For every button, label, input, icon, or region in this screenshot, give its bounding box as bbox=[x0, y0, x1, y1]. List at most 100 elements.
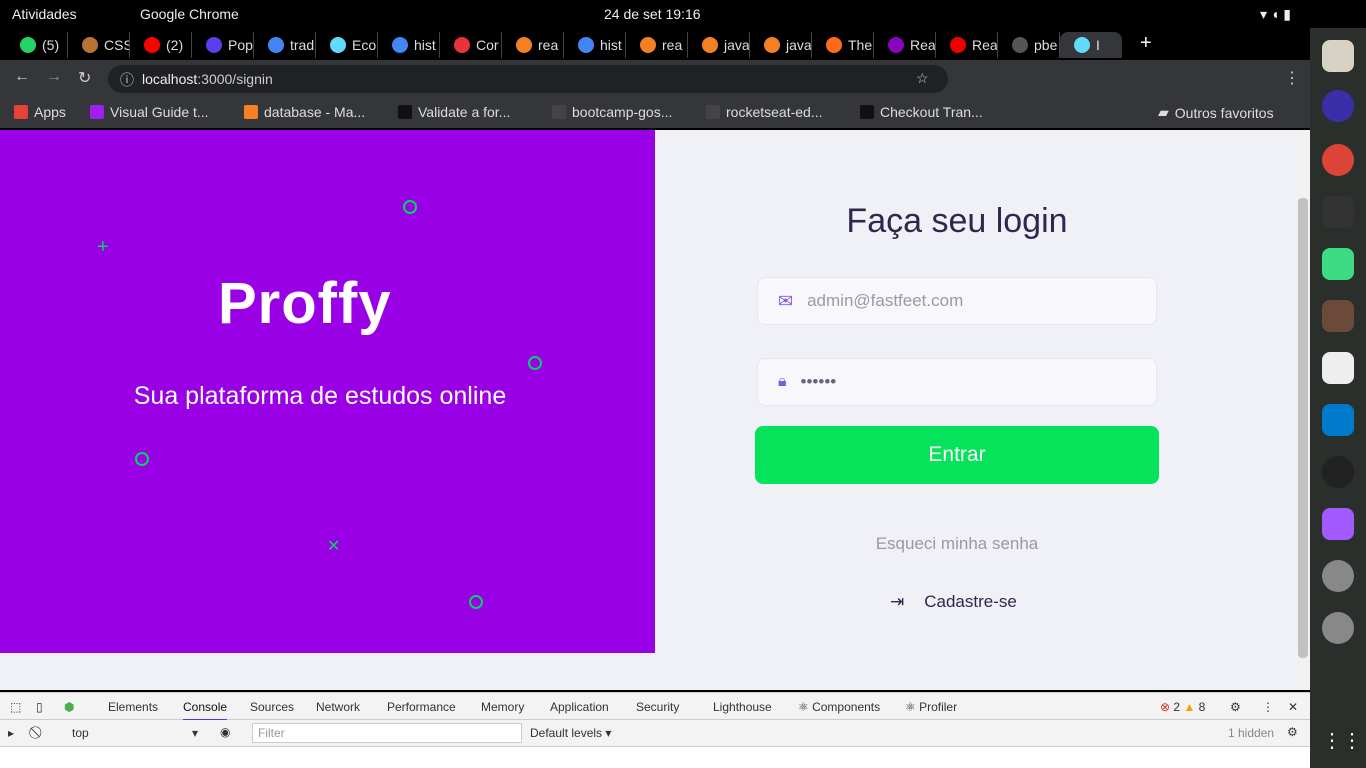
devtools-tab[interactable]: Sources bbox=[250, 700, 294, 714]
vscode-icon[interactable] bbox=[1322, 404, 1354, 436]
favicon-icon bbox=[206, 37, 222, 53]
more-icon[interactable]: ⋮ bbox=[1262, 700, 1274, 714]
password-field[interactable]: 🔒︎ •••••• bbox=[757, 358, 1157, 406]
app-menu[interactable]: Google Chrome bbox=[140, 6, 239, 22]
back-icon[interactable]: ← bbox=[14, 68, 30, 86]
signup-link[interactable]: ⇥ Cadastre-se bbox=[890, 592, 1017, 612]
device-toolbar-icon[interactable]: ▯ bbox=[36, 700, 43, 714]
sidebar-toggle-icon[interactable]: ▸ bbox=[8, 726, 14, 740]
figma-icon[interactable] bbox=[1322, 508, 1354, 540]
address-bar[interactable]: ⓘ localhost:3000/signin ☆ bbox=[108, 65, 948, 93]
bookmark-item[interactable]: Checkout Tran... bbox=[860, 104, 983, 120]
android-studio-icon[interactable] bbox=[1322, 248, 1354, 280]
disk-icon[interactable] bbox=[1322, 560, 1354, 592]
disk-icon[interactable] bbox=[1322, 612, 1354, 644]
login-arrow-icon: ⇥ bbox=[890, 592, 905, 611]
terminal-icon[interactable] bbox=[1322, 196, 1354, 228]
browser-tab[interactable]: pbe bbox=[998, 32, 1060, 58]
menu-icon[interactable]: ⋮ bbox=[1284, 68, 1300, 88]
eye-icon[interactable]: ◉ bbox=[220, 725, 230, 739]
browser-tab[interactable]: The bbox=[812, 32, 874, 58]
favicon-icon bbox=[702, 37, 718, 53]
context-select[interactable]: top ▾ bbox=[72, 726, 198, 740]
system-top-bar: Atividades Google Chrome 24 de set 19:16… bbox=[0, 0, 1366, 28]
bookmark-item[interactable]: database - Ma... bbox=[244, 104, 365, 120]
bookmark-favicon-icon bbox=[14, 105, 28, 119]
bookmark-item[interactable]: Apps bbox=[14, 104, 66, 120]
browser-tab[interactable]: Eco bbox=[316, 32, 378, 58]
issue-counts[interactable]: ⊗ 2 ▲ 8 bbox=[1160, 700, 1205, 714]
browser-tab[interactable]: (2) bbox=[130, 32, 192, 58]
levels-dropdown[interactable]: Default levels ▾ bbox=[530, 726, 611, 740]
favicon-icon bbox=[640, 37, 656, 53]
bookmark-star-icon[interactable]: ☆ bbox=[916, 70, 929, 87]
forward-icon[interactable]: → bbox=[46, 68, 62, 86]
show-apps-icon[interactable]: ⋮⋮⋮ bbox=[1322, 728, 1366, 760]
gimp-icon[interactable] bbox=[1322, 300, 1354, 332]
login-button[interactable]: Entrar bbox=[755, 426, 1159, 484]
browser-tab[interactable]: java bbox=[750, 32, 812, 58]
text-editor-icon[interactable] bbox=[1322, 352, 1354, 384]
circle-decoration bbox=[469, 595, 483, 609]
bookmark-item[interactable]: Visual Guide t... bbox=[90, 104, 209, 120]
email-field[interactable]: ✉ admin@fastfeet.com bbox=[757, 277, 1157, 325]
browser-tab[interactable]: Rea bbox=[936, 32, 998, 58]
settings-icon[interactable]: ⚙ bbox=[1230, 700, 1241, 714]
devtools-tab[interactable]: Application bbox=[550, 700, 609, 714]
devtools-tab[interactable]: Security bbox=[636, 700, 679, 714]
app-icon[interactable] bbox=[1322, 90, 1354, 122]
favicon-icon bbox=[578, 37, 594, 53]
activities-button[interactable]: Atividades bbox=[12, 6, 77, 22]
other-bookmarks[interactable]: ▰ Outros favoritos bbox=[1158, 104, 1274, 121]
browser-tab[interactable]: I bbox=[1060, 32, 1122, 58]
circle-decoration bbox=[403, 200, 417, 214]
vue-devtools-icon[interactable]: ⬢ bbox=[64, 700, 74, 714]
browser-tab[interactable]: hist bbox=[378, 32, 440, 58]
page-scrollbar[interactable] bbox=[1296, 130, 1310, 690]
forgot-password-link[interactable]: Esqueci minha senha bbox=[757, 534, 1157, 554]
new-tab-icon[interactable]: + bbox=[1140, 32, 1152, 55]
bookmarks-bar: ▰ Outros favoritos Apps Visual Guide t... d… bbox=[0, 96, 1310, 128]
bookmark-item[interactable]: Validate a for... bbox=[398, 104, 510, 120]
bookmark-favicon-icon bbox=[552, 105, 566, 119]
browser-tab[interactable]: rea bbox=[502, 32, 564, 58]
clock[interactable]: 24 de set 19:16 bbox=[604, 6, 701, 22]
inspect-icon[interactable]: ⬚ bbox=[10, 700, 21, 714]
devtools-tab[interactable]: ⚛ Profiler bbox=[905, 700, 957, 714]
browser-tab[interactable]: Rea bbox=[874, 32, 936, 58]
system-status-icons[interactable]: ▾ ◖ ▮ bbox=[1260, 6, 1291, 23]
files-icon[interactable] bbox=[1322, 40, 1354, 72]
devtools-tab[interactable]: Memory bbox=[481, 700, 524, 714]
devtools-tab[interactable]: Elements bbox=[108, 700, 158, 714]
browser-tab[interactable]: Cor bbox=[440, 32, 502, 58]
bookmark-item[interactable]: bootcamp-gos... bbox=[552, 104, 672, 120]
devtools-tab[interactable]: Performance bbox=[387, 700, 456, 714]
chrome-icon[interactable] bbox=[1322, 144, 1354, 176]
browser-tab[interactable]: CSS bbox=[68, 32, 130, 58]
reload-icon[interactable]: ↻ bbox=[78, 68, 91, 88]
console-settings-icon[interactable]: ⚙ bbox=[1287, 725, 1298, 739]
favicon-icon bbox=[764, 37, 780, 53]
browser-tab[interactable]: hist bbox=[564, 32, 626, 58]
devtools-tab[interactable]: Console bbox=[183, 700, 228, 721]
browser-tab[interactable]: java bbox=[688, 32, 750, 58]
browser-tab[interactable]: (5) bbox=[6, 32, 68, 58]
browser-tab[interactable]: Pop bbox=[192, 32, 254, 58]
obs-icon[interactable] bbox=[1322, 456, 1354, 488]
bookmark-item[interactable]: rocketseat-ed... bbox=[706, 104, 823, 120]
browser-tab[interactable]: rea bbox=[626, 32, 688, 58]
filter-input[interactable]: Filter bbox=[252, 723, 522, 743]
browser-tab[interactable]: trad bbox=[254, 32, 316, 58]
info-icon[interactable]: ⓘ bbox=[120, 70, 134, 90]
devtools-tab[interactable]: Network bbox=[316, 700, 360, 714]
devtools-panel: ⬚ ▯ ⬢ ⊗ 2 ▲ 8 ⚙ ⋮ ✕ Elements Console Sourc… bbox=[0, 692, 1310, 768]
lock-icon: 🔒︎ bbox=[778, 373, 787, 390]
favicon-icon bbox=[826, 37, 842, 53]
favicon-icon bbox=[330, 37, 346, 53]
hero-panel: + ✕ Proffy Sua plataforma de estudos onl… bbox=[0, 130, 655, 653]
proffy-logo: Proffy bbox=[218, 271, 392, 336]
mail-icon: ✉ bbox=[778, 290, 794, 311]
devtools-tab[interactable]: ⚛ Components bbox=[798, 700, 880, 714]
devtools-tab[interactable]: Lighthouse bbox=[713, 700, 772, 714]
close-devtools-icon[interactable]: ✕ bbox=[1288, 700, 1298, 714]
